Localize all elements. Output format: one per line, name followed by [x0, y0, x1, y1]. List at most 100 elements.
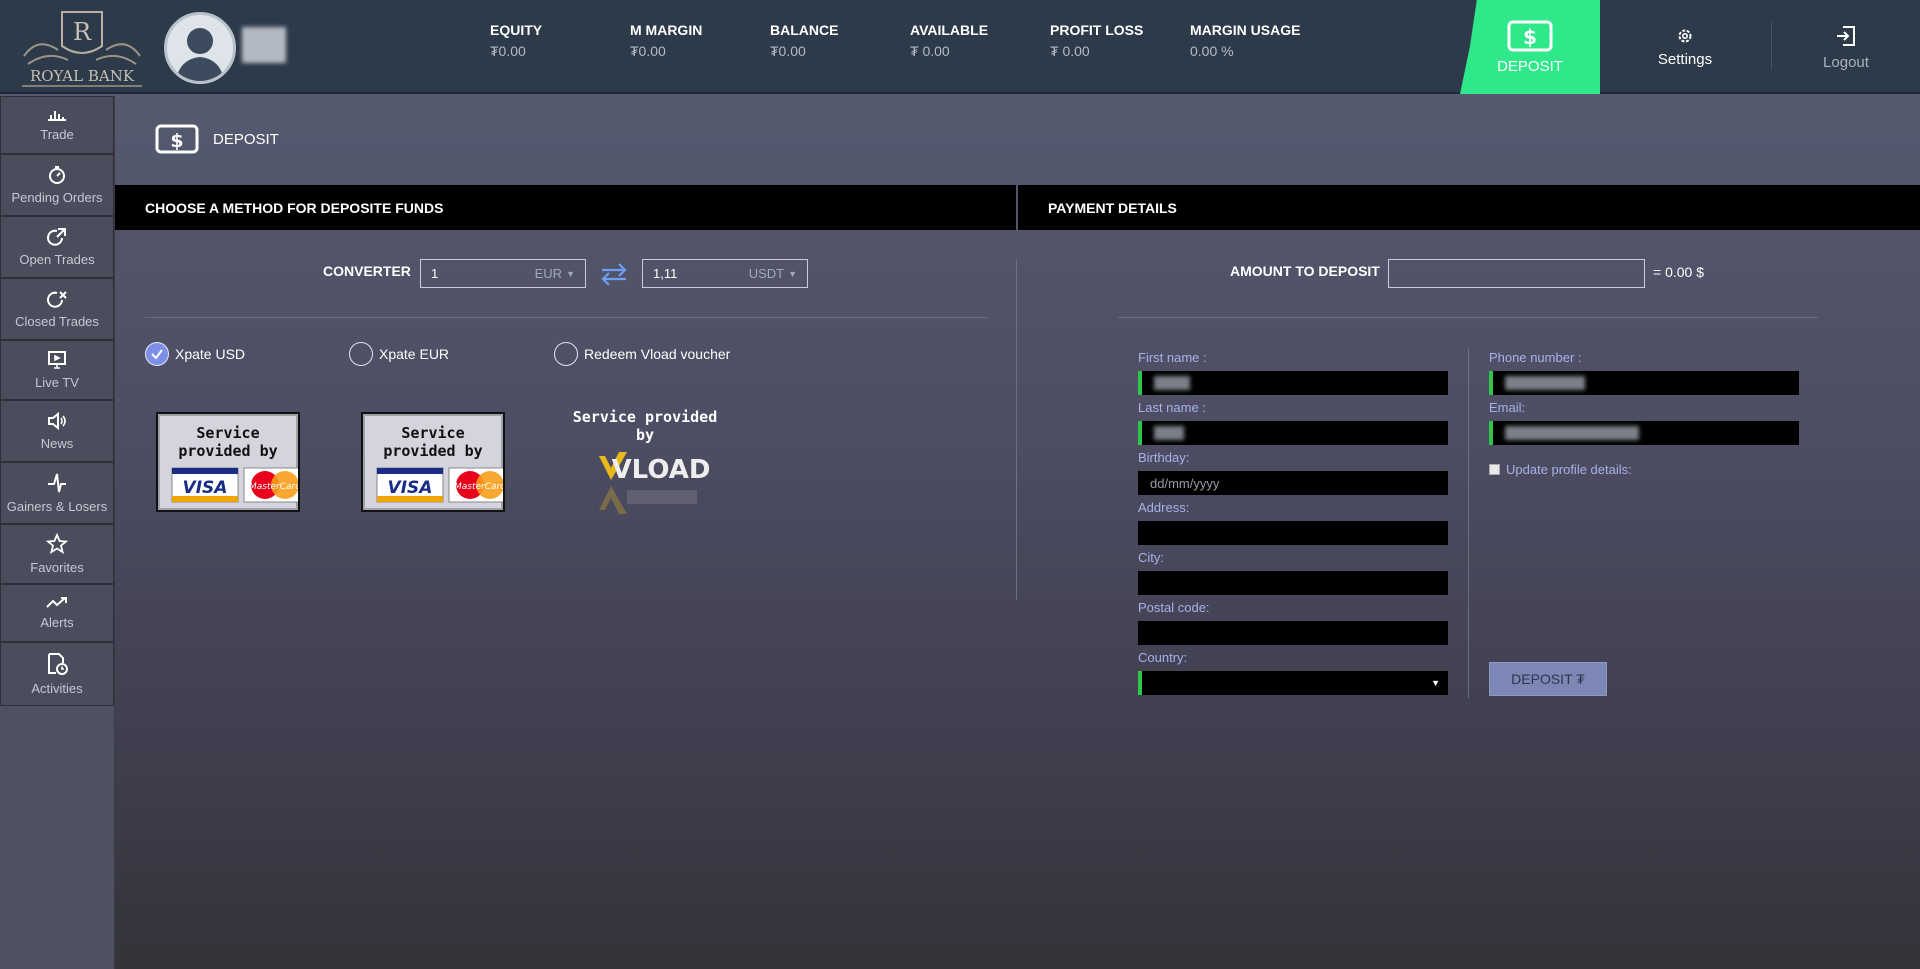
svg-text:VISA: VISA — [183, 478, 228, 498]
radio-label: Redeem Vload voucher — [584, 346, 731, 362]
methods-header: CHOOSE A METHOD FOR DEPOSITE FUNDS — [145, 199, 444, 216]
converter-from-value: 1 — [431, 266, 439, 281]
banknote-icon: $ — [155, 124, 199, 154]
service-provided-text: Service provided by — [178, 424, 278, 460]
m-margin-value: ₮0.00 — [630, 43, 666, 59]
equity-stat: EQUITY ₮0.00 — [490, 22, 542, 59]
vload-card[interactable]: Service provided by VLOAD — [565, 408, 725, 514]
balance-value: ₮0.00 — [770, 43, 806, 59]
left-divider — [145, 317, 987, 318]
update-profile-row[interactable]: Update profile details: — [1489, 462, 1632, 477]
logout-icon — [1837, 25, 1855, 46]
sidebar-item-label: Closed Trades — [15, 314, 99, 329]
email-field[interactable] — [1489, 421, 1799, 445]
converter-label: CONVERTER — [323, 263, 411, 279]
top-bar: R ROYAL BANK EQUITY ₮0.00 M MARGIN ₮0.00… — [0, 0, 1920, 94]
sidebar-item-open-trades[interactable]: Open Trades — [0, 216, 114, 278]
xpate-usd-card[interactable]: Service provided by VISA MasterCard — [156, 412, 300, 512]
radio-label: Xpate USD — [175, 346, 246, 362]
sidebar-item-label: Alerts — [40, 615, 74, 630]
banknote-icon: $ — [1507, 20, 1553, 51]
converter-to-select[interactable]: 1,11 USDT ▼ — [642, 259, 808, 288]
radio-xpate-usd[interactable]: Xpate USD — [145, 342, 245, 366]
country-select[interactable]: ▼ — [1138, 671, 1448, 695]
sidebar-item-favorites[interactable]: Favorites — [0, 524, 114, 584]
birthday-label: Birthday: — [1138, 450, 1190, 465]
chevron-down-icon: ▼ — [1431, 678, 1440, 688]
star-icon — [46, 533, 68, 554]
equity-label: EQUITY — [490, 22, 543, 38]
converter-from-currency: EUR — [534, 266, 563, 281]
postal-code-label: Postal code: — [1138, 600, 1210, 615]
sidebar-item-gainers-losers[interactable]: Gainers & Losers — [0, 462, 114, 524]
converter-to-value: 1,11 — [653, 266, 678, 281]
right-divider — [1118, 317, 1818, 318]
margin-usage-label: MARGIN USAGE — [1190, 22, 1301, 38]
checkbox[interactable] — [1489, 464, 1500, 475]
postal-code-field[interactable] — [1138, 621, 1448, 645]
balance-label: BALANCE — [770, 22, 839, 38]
phone-field[interactable] — [1489, 371, 1799, 395]
last-name-label: Last name : — [1138, 400, 1206, 415]
address-label: Address: — [1138, 500, 1190, 515]
balance-stat: BALANCE ₮0.00 — [770, 22, 838, 59]
settings-button[interactable]: Settings — [1600, 0, 1770, 94]
sidebar-item-label: Pending Orders — [11, 190, 103, 205]
page-header: $ DEPOSIT — [155, 124, 279, 154]
first-name-field[interactable] — [1138, 371, 1448, 395]
sidebar-item-closed-trades[interactable]: Closed Trades — [0, 278, 114, 340]
margin-usage-stat: MARGIN USAGE 0.00 % — [1190, 22, 1300, 59]
last-name-field[interactable] — [1138, 421, 1448, 445]
stopwatch-icon — [49, 166, 65, 184]
sidebar: Trade Pending Orders Open Trades Closed … — [0, 96, 115, 969]
email-label: Email: — [1489, 400, 1526, 415]
city-field[interactable] — [1138, 571, 1448, 595]
xpate-eur-card[interactable]: Service provided by VISA MasterCard — [361, 412, 505, 512]
document-clock-icon — [48, 653, 68, 675]
address-field[interactable] — [1138, 521, 1448, 545]
sidebar-item-live-tv[interactable]: Live TV — [0, 340, 114, 400]
birthday-field[interactable]: dd/mm/yyyy — [1138, 471, 1448, 495]
sidebar-item-pending-orders[interactable]: Pending Orders — [0, 154, 114, 216]
settings-label: Settings — [1657, 50, 1713, 68]
amount-label: AMOUNT TO DEPOSIT — [1230, 263, 1380, 279]
converter-to-currency: USDT — [748, 266, 785, 281]
payment-header: PAYMENT DETAILS — [1048, 199, 1177, 216]
radio-vload-voucher[interactable]: Redeem Vload voucher — [554, 342, 730, 366]
column-divider — [1016, 260, 1017, 600]
m-margin-stat: M MARGIN ₮0.00 — [630, 22, 702, 59]
first-name-label: First name : — [1138, 350, 1207, 365]
sidebar-item-alerts[interactable]: Alerts — [0, 584, 114, 642]
amount-input[interactable] — [1388, 259, 1645, 288]
radio-circle-icon — [554, 342, 578, 366]
chevron-down-icon: ▼ — [788, 268, 797, 279]
margin-usage-value: 0.00 % — [1190, 43, 1234, 59]
svg-text:$: $ — [170, 130, 183, 152]
deposit-submit-button[interactable]: DEPOSIT ₮ — [1489, 662, 1607, 696]
deposit-nav-button[interactable]: $ DEPOSIT — [1460, 0, 1600, 94]
city-label: City: — [1138, 550, 1164, 565]
svg-text:VISA: VISA — [388, 478, 433, 498]
user-name-blurred — [242, 27, 286, 63]
sidebar-item-news[interactable]: News — [0, 400, 114, 462]
profit-loss-value: ₮ 0.00 — [1050, 43, 1090, 59]
sidebar-item-label: Gainers & Losers — [6, 499, 108, 514]
sidebar-item-label: Activities — [31, 681, 83, 696]
avatar[interactable] — [164, 12, 236, 84]
logout-button[interactable]: Logout — [1772, 0, 1920, 94]
svg-text:VLOAD: VLOAD — [612, 455, 711, 485]
chevron-down-icon: ▼ — [566, 268, 575, 279]
royal-bank-logo[interactable]: R ROYAL BANK — [18, 6, 146, 88]
payment-header-bar: PAYMENT DETAILS — [1018, 185, 1920, 230]
sidebar-item-label: Favorites — [30, 560, 84, 575]
pulse-icon — [48, 473, 66, 493]
m-margin-label: M MARGIN — [630, 22, 703, 38]
sidebar-item-trade[interactable]: Trade — [0, 96, 114, 154]
swap-arrows-icon[interactable] — [599, 261, 629, 287]
brand-initial: R — [73, 18, 92, 46]
radio-circle-icon — [349, 342, 373, 366]
sidebar-item-activities[interactable]: Activities — [0, 642, 114, 706]
deposit-nav-label: DEPOSIT — [1497, 57, 1563, 75]
radio-xpate-eur[interactable]: Xpate EUR — [349, 342, 449, 366]
converter-from-select[interactable]: 1 EUR ▼ — [420, 259, 586, 288]
